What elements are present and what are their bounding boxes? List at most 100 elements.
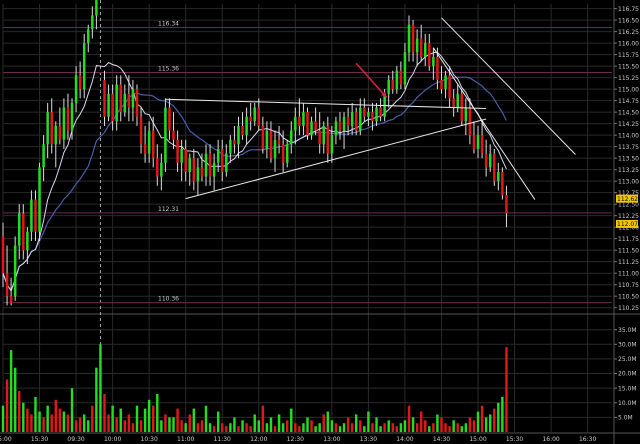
candle-up <box>131 89 135 108</box>
volume-bar <box>415 423 419 432</box>
candle-up <box>290 130 293 145</box>
volume-bar <box>428 426 431 432</box>
candle-up <box>395 70 399 90</box>
volume-bar <box>103 394 106 432</box>
volume-bar <box>70 388 74 432</box>
price-axis-label: 114.75 <box>618 98 639 105</box>
candle-up <box>30 199 33 232</box>
volume-bar <box>156 394 159 432</box>
volume-bar <box>46 405 49 432</box>
volume-bar <box>359 420 362 432</box>
volume-bar <box>38 411 41 432</box>
candle-up <box>17 213 21 246</box>
price-axis-label: 115.00 <box>618 86 639 93</box>
candle-up <box>342 116 346 131</box>
time-axis-label: 10:00 <box>104 436 121 443</box>
candle-up <box>407 24 411 53</box>
volume-bar <box>261 405 265 432</box>
candle-up <box>70 102 74 131</box>
time-axis-label: 11:30 <box>214 436 231 443</box>
volume-bar <box>322 414 325 432</box>
candle-up <box>237 125 240 145</box>
candle-down <box>34 199 37 232</box>
volume-bar <box>176 408 179 432</box>
volume-bar <box>160 420 163 432</box>
candle-up <box>330 135 334 154</box>
candle-up <box>82 43 86 90</box>
candle-down <box>156 158 159 177</box>
time-axis-label: 13:00 <box>323 436 340 443</box>
volume-bar <box>476 411 480 432</box>
candle-down <box>371 112 374 122</box>
price-axis-label: 116.25 <box>618 29 639 36</box>
candle-up <box>302 112 305 126</box>
volume-bar <box>42 417 45 432</box>
volume-bar <box>200 420 204 432</box>
price-axis-label: 113.25 <box>618 167 639 174</box>
candle-down <box>257 107 261 126</box>
candle-up <box>74 75 78 103</box>
candle-up <box>253 107 256 122</box>
candle-up <box>464 107 468 122</box>
candle-down <box>391 79 395 90</box>
candle-up <box>375 107 378 122</box>
volume-bar <box>245 423 248 432</box>
candle-up <box>180 148 183 163</box>
candle-down <box>379 107 382 117</box>
volume-bar <box>310 420 313 432</box>
price-level-label: 115.36 <box>158 66 179 73</box>
candle-down <box>419 38 423 57</box>
candle-up <box>62 107 66 140</box>
volume-bar <box>497 402 500 432</box>
candle-down <box>298 116 301 126</box>
volume-bar <box>216 411 220 432</box>
price-axis-label: 116.75 <box>618 6 639 13</box>
volume-bar <box>318 423 321 432</box>
price-axis-label: 116.50 <box>618 17 639 24</box>
price-axis-label: 110.75 <box>618 282 639 289</box>
candle-down <box>22 213 25 251</box>
candle-up <box>13 245 17 297</box>
volume-bar <box>464 423 468 432</box>
volume-bar <box>111 405 114 432</box>
candle-up <box>87 29 90 44</box>
volume-bar <box>346 417 350 432</box>
candle-down <box>119 84 122 113</box>
candle-down <box>249 116 252 122</box>
time-axis-label: 12:30 <box>287 436 304 443</box>
volume-bar <box>143 408 147 432</box>
candle-down <box>306 112 309 136</box>
volume-bar <box>277 414 281 432</box>
candle-down <box>472 135 476 149</box>
candle-down <box>233 139 236 145</box>
candle-up <box>160 162 163 177</box>
candle-up <box>123 93 127 113</box>
volume-bar <box>383 423 386 432</box>
candle-down <box>172 130 175 140</box>
candle-down <box>346 116 350 126</box>
volume-bar <box>488 414 492 432</box>
candle-up <box>497 171 500 182</box>
time-axis-label: 15:30 <box>506 436 523 443</box>
volume-bar <box>131 423 135 432</box>
candle-down <box>50 112 53 145</box>
candle-up <box>46 112 49 145</box>
candle-down <box>338 121 342 131</box>
volume-bar <box>411 417 415 432</box>
volume-bar <box>180 420 183 432</box>
time-axis-label: 15:00 <box>0 436 12 443</box>
volume-bar <box>192 408 196 432</box>
candle-up <box>367 112 370 117</box>
volume-bar <box>472 420 476 432</box>
candle-up <box>216 148 220 163</box>
volume-bar <box>62 411 66 432</box>
candle-up <box>147 130 151 154</box>
candle-down <box>78 75 82 90</box>
price-axis-label: 111.50 <box>618 247 639 254</box>
candle-down <box>269 130 273 159</box>
candle-down <box>241 125 244 136</box>
volume-bar <box>18 391 21 432</box>
candle-up <box>115 84 118 122</box>
candle-down <box>448 75 451 99</box>
time-axis-label: 09:30 <box>67 436 84 443</box>
